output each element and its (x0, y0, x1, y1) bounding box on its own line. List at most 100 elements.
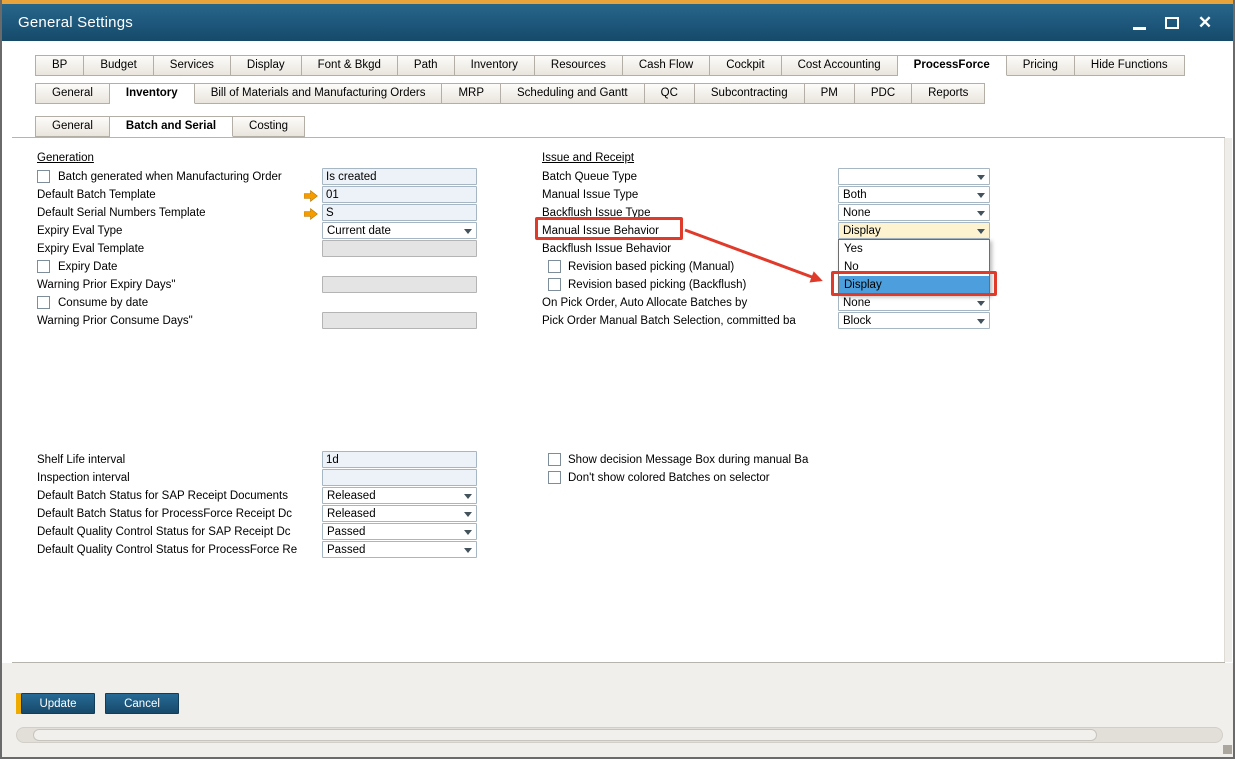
generation-heading: Generation (37, 149, 94, 167)
tab-display[interactable]: Display (231, 55, 302, 76)
dropdown-item-no[interactable]: No (839, 258, 989, 276)
combo-value-default-batch-status-for-processforce-receipt-dc: Released (327, 507, 376, 521)
combo-value-manual-issue-behavior: Display (843, 224, 881, 238)
label-manual-issue-type: Manual Issue Type (542, 186, 638, 204)
tab-reports[interactable]: Reports (912, 83, 985, 104)
tab-cash-flow[interactable]: Cash Flow (623, 55, 710, 76)
window-controls: ✕ (1127, 11, 1217, 35)
combo-on-pick-order-auto-allocate-batches-by[interactable]: None (838, 294, 990, 311)
combo-value-pick-order-manual-batch-selection-committed-ba: Block (843, 314, 871, 328)
link-arrow-icon-default-batch-template[interactable] (304, 189, 318, 201)
label-expiry-eval-template: Expiry Eval Template (37, 240, 144, 258)
tab-pdc[interactable]: PDC (855, 83, 912, 104)
combo-default-batch-status-for-processforce-receipt-dc[interactable]: Released (322, 505, 477, 522)
checkbox-consume-by-date[interactable] (37, 296, 50, 309)
combo-value-default-batch-status-for-sap-receipt-documents: Released (327, 489, 376, 503)
label-default-batch-status-for-sap-receipt-documents: Default Batch Status for SAP Receipt Doc… (37, 487, 288, 505)
tab-processforce[interactable]: ProcessForce (898, 55, 1007, 76)
resize-grip[interactable] (1223, 745, 1232, 754)
field-expiry-eval-template (322, 240, 477, 257)
label-warning-prior-consume-days: Warning Prior Consume Days" (37, 312, 193, 330)
minimize-button[interactable] (1127, 11, 1151, 35)
horizontal-scrollbar-thumb[interactable] (33, 729, 1097, 741)
tab-costing[interactable]: Costing (233, 116, 305, 137)
combo-default-quality-control-status-for-sap-receipt-dc[interactable]: Passed (322, 523, 477, 540)
label-don-t-show-colored-batches-on-selector: Don't show colored Batches on selector (568, 469, 770, 487)
tab-path[interactable]: Path (398, 55, 455, 76)
batch-and-serial-panel: Generation Issue and Receipt YesNoDispla… (12, 137, 1225, 663)
tab-services[interactable]: Services (154, 55, 231, 76)
combo-manual-issue-behavior[interactable]: Display (838, 222, 990, 239)
label-backflush-issue-type: Backflush Issue Type (542, 204, 650, 222)
combo-batch-queue-type[interactable] (838, 168, 990, 185)
field-inspection-interval[interactable] (322, 469, 477, 486)
combo-value-expiry-eval-type: Current date (327, 224, 391, 238)
horizontal-scrollbar-track[interactable] (16, 727, 1223, 743)
window-title: General Settings (18, 14, 133, 31)
combo-value-default-quality-control-status-for-sap-receipt-dc: Passed (327, 525, 365, 539)
tab-row-processforce: GeneralInventoryBill of Materials and Ma… (35, 83, 985, 104)
combo-value-manual-issue-type: Both (843, 188, 867, 202)
tab-hide-functions[interactable]: Hide Functions (1075, 55, 1185, 76)
tab-qc[interactable]: QC (645, 83, 695, 104)
checkbox-show-decision-message-box-during-manual-ba[interactable] (548, 453, 561, 466)
tab-bill-of-materials-and-manufacturing-orders[interactable]: Bill of Materials and Manufacturing Orde… (195, 83, 443, 104)
tab-inventory[interactable]: Inventory (110, 83, 195, 104)
checkbox-revision-based-picking-backflush[interactable] (548, 278, 561, 291)
maximize-button[interactable] (1160, 11, 1184, 35)
manual-issue-behavior-dropdown-list: YesNoDisplay (838, 239, 990, 295)
tab-pm[interactable]: PM (805, 83, 855, 104)
tab-scheduling-and-gantt[interactable]: Scheduling and Gantt (501, 83, 645, 104)
combo-manual-issue-type[interactable]: Both (838, 186, 990, 203)
combo-backflush-issue-type[interactable]: None (838, 204, 990, 221)
close-button[interactable]: ✕ (1193, 11, 1217, 35)
tab-general[interactable]: General (35, 83, 110, 104)
checkbox-expiry-date[interactable] (37, 260, 50, 273)
dropdown-item-display[interactable]: Display (839, 276, 989, 294)
label-revision-based-picking-backflush: Revision based picking (Backflush) (568, 276, 746, 294)
tab-font-bkgd[interactable]: Font & Bkgd (302, 55, 398, 76)
close-icon: ✕ (1198, 11, 1212, 35)
combo-default-batch-status-for-sap-receipt-documents[interactable]: Released (322, 487, 477, 504)
vertical-scrollbar[interactable] (1224, 138, 1232, 662)
tab-row-main: BPBudgetServicesDisplayFont & BkgdPathIn… (35, 55, 1185, 76)
label-on-pick-order-auto-allocate-batches-by: On Pick Order, Auto Allocate Batches by (542, 294, 747, 312)
tab-budget[interactable]: Budget (84, 55, 153, 76)
link-arrow-icon-default-serial-numbers-template[interactable] (304, 207, 318, 219)
label-pick-order-manual-batch-selection-committed-ba: Pick Order Manual Batch Selection, commi… (542, 312, 796, 330)
label-default-serial-numbers-template: Default Serial Numbers Template (37, 204, 206, 222)
tab-resources[interactable]: Resources (535, 55, 623, 76)
field-default-serial-numbers-template[interactable] (322, 204, 477, 221)
tab-subcontracting[interactable]: Subcontracting (695, 83, 805, 104)
cancel-button[interactable]: Cancel (105, 693, 179, 714)
update-button[interactable]: Update (21, 693, 95, 714)
minimize-icon (1133, 27, 1146, 30)
tab-pricing[interactable]: Pricing (1007, 55, 1075, 76)
tab-cost-accounting[interactable]: Cost Accounting (782, 55, 898, 76)
dropdown-item-yes[interactable]: Yes (839, 240, 989, 258)
combo-pick-order-manual-batch-selection-committed-ba[interactable]: Block (838, 312, 990, 329)
tab-general[interactable]: General (35, 116, 110, 137)
field-default-batch-template[interactable] (322, 186, 477, 203)
tab-batch-and-serial[interactable]: Batch and Serial (110, 116, 233, 137)
combo-expiry-eval-type[interactable]: Current date (322, 222, 477, 239)
field-shelf-life-interval[interactable] (322, 451, 477, 468)
tab-inventory[interactable]: Inventory (455, 55, 535, 76)
combo-value-default-quality-control-status-for-processforce-re: Passed (327, 543, 365, 557)
combo-default-quality-control-status-for-processforce-re[interactable]: Passed (322, 541, 477, 558)
checkbox-batch-generated-when-manufacturing-order[interactable] (37, 170, 50, 183)
label-expiry-eval-type: Expiry Eval Type (37, 222, 122, 240)
tab-mrp[interactable]: MRP (442, 83, 501, 104)
tab-cockpit[interactable]: Cockpit (710, 55, 781, 76)
issue-and-receipt-heading: Issue and Receipt (542, 149, 634, 167)
general-settings-window: General Settings ✕ BPBudgetServicesDispl… (0, 0, 1235, 759)
checkbox-revision-based-picking-manual[interactable] (548, 260, 561, 273)
label-shelf-life-interval: Shelf Life interval (37, 451, 125, 469)
checkbox-don-t-show-colored-batches-on-selector[interactable] (548, 471, 561, 484)
field-batch-generated-when-manufacturing-order[interactable] (322, 168, 477, 185)
label-revision-based-picking-manual: Revision based picking (Manual) (568, 258, 734, 276)
label-inspection-interval: Inspection interval (37, 469, 130, 487)
field-warning-prior-consume-days (322, 312, 477, 329)
tab-bp[interactable]: BP (35, 55, 84, 76)
combo-value-backflush-issue-type: None (843, 206, 871, 220)
